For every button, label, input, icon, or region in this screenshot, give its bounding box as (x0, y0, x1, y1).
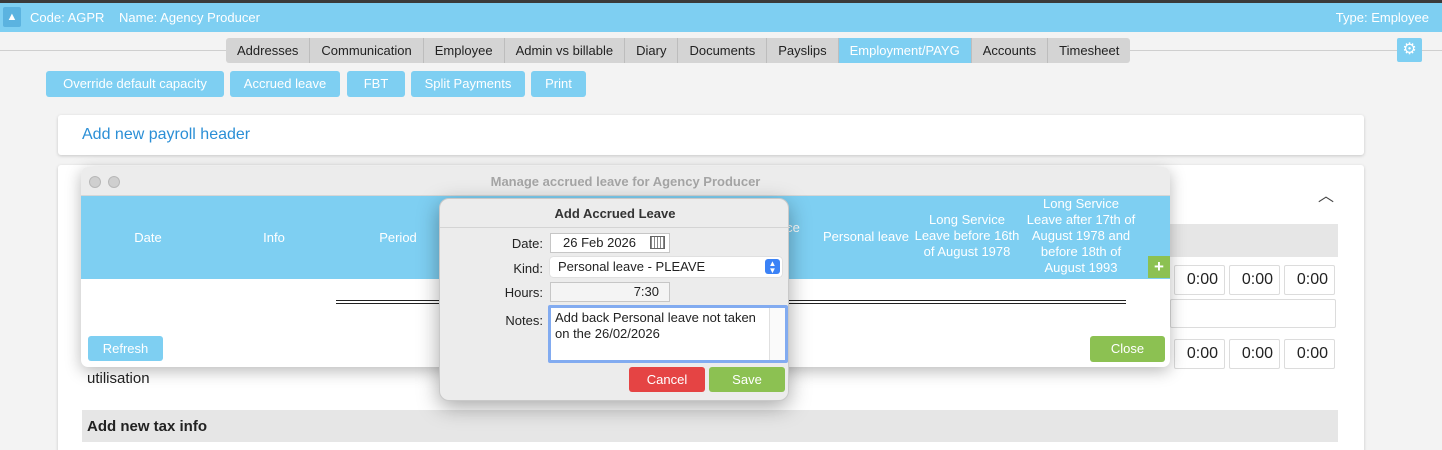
notes-label: Notes: (505, 313, 543, 328)
tab-documents[interactable]: Documents (678, 38, 768, 63)
hours-cell[interactable]: 0:00 (1174, 339, 1225, 369)
date-label: Date: (511, 236, 543, 251)
kind-label: Kind: (513, 261, 543, 276)
window-titlebar: Manage accrued leave for Agency Producer (81, 167, 1170, 196)
close-button[interactable]: Close (1090, 336, 1165, 362)
tab-employee[interactable]: Employee (424, 38, 505, 63)
tab-communication[interactable]: Communication (310, 38, 424, 63)
tab-timesheet[interactable]: Timesheet (1048, 38, 1130, 63)
calendar-icon[interactable] (650, 236, 665, 249)
record-name: Name: Agency Producer (119, 10, 260, 25)
kind-select[interactable]: Personal leave - PLEAVE ▲ ▼ (550, 257, 782, 277)
notes-scrollbar[interactable] (769, 308, 785, 360)
fbt-button[interactable]: FBT (347, 71, 405, 97)
print-button[interactable]: Print (531, 71, 586, 97)
gear-icon[interactable]: ⚙ (1397, 38, 1422, 62)
hours-cell[interactable]: 0:00 (1174, 265, 1225, 295)
payroll-header-card: Add new payroll header (58, 115, 1364, 155)
column-period: Period (379, 230, 417, 245)
column-long-service-before-1978: Long Service Leave before 16th of August… (914, 212, 1020, 259)
column-long-service-1978-1993: Long Service Leave after 17th of August … (1026, 196, 1136, 275)
column-date: Date (134, 230, 162, 245)
select-arrows-icon: ▲ ▼ (765, 259, 780, 275)
date-value: 26 Feb 2026 (563, 235, 637, 250)
chevron-up-icon[interactable]: ︿ (1318, 182, 1334, 206)
add-tax-info-label: Add new tax info (87, 418, 207, 435)
cancel-button[interactable]: Cancel (629, 367, 705, 392)
column-personal-leave: Personal leave (823, 229, 909, 244)
override-capacity-button[interactable]: Override default capacity (46, 71, 224, 97)
save-button[interactable]: Save (709, 367, 785, 392)
notes-value: Add back Personal leave not taken on the… (555, 310, 756, 341)
utilisation-label: utilisation (87, 370, 150, 387)
tab-accounts[interactable]: Accounts (972, 38, 1049, 63)
tab-employment-payg[interactable]: Employment/PAYG (838, 38, 972, 63)
add-tax-info-bar[interactable]: Add new tax info (82, 410, 1338, 442)
column-info: Info (263, 230, 285, 245)
dialog-title-separator (440, 227, 790, 228)
collapse-up-icon[interactable]: ▲ (3, 7, 21, 27)
add-accrued-leave-dialog: Add Accrued Leave Date: 26 Feb 2026 Kind… (439, 198, 790, 401)
record-type: Type: Employee (1335, 10, 1429, 25)
tab-diary[interactable]: Diary (625, 38, 679, 63)
notes-textarea[interactable]: Add back Personal leave not taken on the… (548, 305, 788, 363)
background-header-bar (1170, 224, 1338, 257)
tab-payslips[interactable]: Payslips (767, 38, 839, 63)
record-code: Code: AGPR (30, 10, 105, 25)
tab-addresses[interactable]: Addresses (226, 38, 311, 63)
tab-admin-vs-billable[interactable]: Admin vs billable (505, 38, 626, 63)
hours-cell[interactable]: 0:00 (1284, 265, 1335, 295)
accrued-leave-button[interactable]: Accrued leave (230, 71, 340, 97)
add-payroll-header-link[interactable]: Add new payroll header (82, 126, 250, 144)
dialog-title: Add Accrued Leave (554, 206, 676, 221)
window-title: Manage accrued leave for Agency Producer (490, 174, 761, 189)
hours-cell[interactable]: 0:00 (1284, 339, 1335, 369)
split-payments-button[interactable]: Split Payments (411, 71, 525, 97)
tab-bar: Addresses Communication Employee Admin v… (226, 38, 1131, 63)
record-header: ▲ Code: AGPR Name: Agency Producer Type:… (0, 3, 1442, 32)
add-leave-icon[interactable]: + (1148, 256, 1170, 278)
hours-field[interactable]: 7:30 (550, 282, 670, 302)
refresh-button[interactable]: Refresh (88, 336, 163, 361)
hours-cell[interactable]: 0:00 (1229, 265, 1280, 295)
kind-value: Personal leave - PLEAVE (558, 259, 706, 274)
date-field[interactable]: 26 Feb 2026 (550, 233, 670, 253)
hours-label: Hours: (504, 285, 543, 300)
hours-cell[interactable]: 0:00 (1229, 339, 1280, 369)
wide-input-field[interactable] (1170, 299, 1336, 328)
